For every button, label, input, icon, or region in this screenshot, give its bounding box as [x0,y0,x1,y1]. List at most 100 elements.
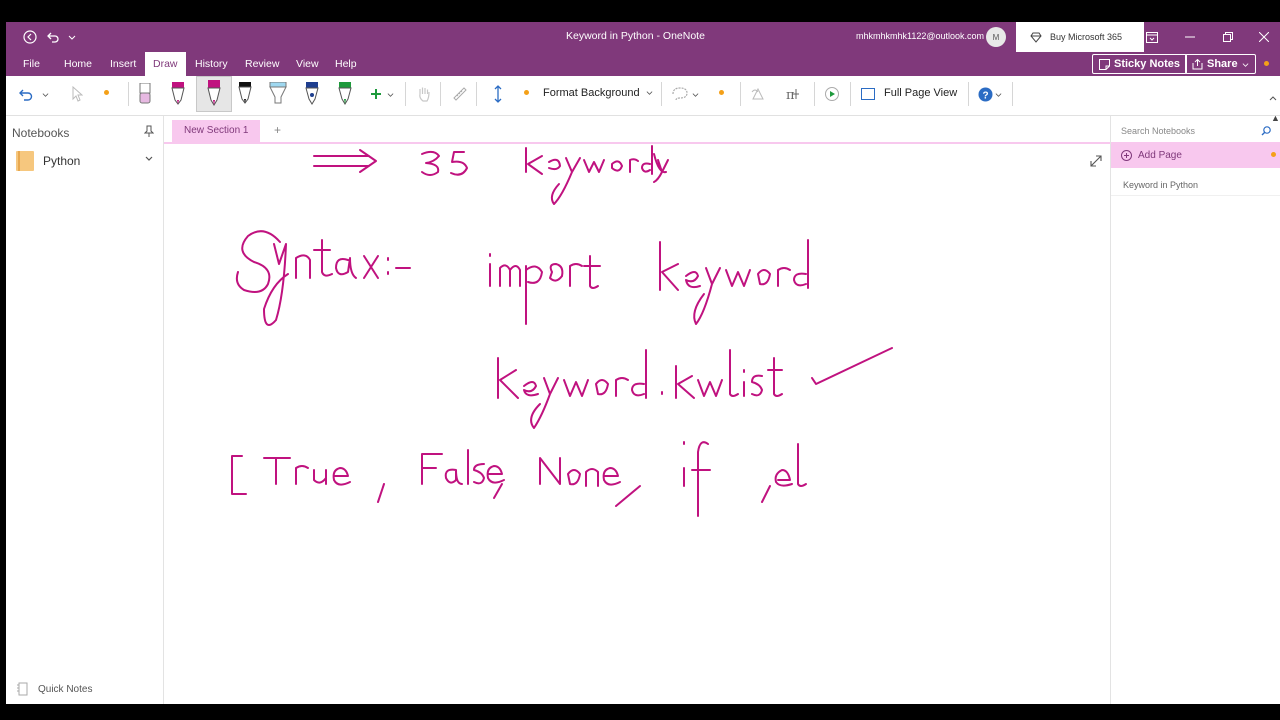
ribbon-display-options-icon[interactable] [1134,22,1170,52]
collapse-ribbon-icon[interactable] [1268,80,1278,116]
title-bar: Keyword in Python - OneNote mhkmhkmhk112… [6,22,1280,52]
pen-selected-icon[interactable] [196,76,232,112]
quick-notes-label: Quick Notes [38,683,93,695]
chevron-down-icon[interactable] [145,154,153,164]
undo-icon[interactable] [43,27,63,47]
orange-dot [104,90,109,95]
divider [814,82,815,106]
tab-new-section-1[interactable]: New Section 1 [172,120,261,142]
add-icon [1121,149,1132,161]
lasso-select-icon[interactable] [670,76,690,112]
divider [440,82,441,106]
quick-notes-item[interactable]: Quick Notes [16,682,92,696]
add-pen-dropdown-icon[interactable] [385,76,395,112]
format-background-button[interactable]: Format Background [543,87,653,99]
notebooks-header: Notebooks [12,126,70,140]
svg-text:π: π [786,88,795,102]
undo-icon[interactable] [14,76,36,112]
divider [405,82,406,106]
notebooks-pane: Notebooks Python Quick Notes [6,116,164,704]
add-section-button[interactable]: + [274,123,281,137]
draw-ribbon: Format Background π Full Page View ? [6,76,1280,116]
menu-file[interactable]: File [23,52,40,76]
share-button[interactable]: Share [1185,54,1256,74]
notebook-name: Python [43,154,81,168]
menu-view[interactable]: View [296,52,319,76]
avatar[interactable]: M [986,27,1006,47]
quick-notes-icon [17,682,28,696]
customize-quick-access-icon[interactable] [66,27,78,47]
onenote-window: Keyword in Python - OneNote mhkmhkmhk112… [6,22,1280,704]
notification-dot [1264,61,1269,66]
buy-microsoft-365-button[interactable]: Buy Microsoft 365 [1016,22,1144,52]
pen-green-icon[interactable] [336,76,354,112]
ink-replay-icon[interactable] [821,76,843,112]
add-pen-icon[interactable] [368,76,384,112]
ruler-icon[interactable] [450,76,470,112]
orange-dot [524,90,529,95]
svg-text:?: ? [982,90,988,101]
share-icon [1192,58,1203,69]
ink-line-2 [235,230,809,326]
menu-home[interactable]: Home [64,52,92,76]
notebook-item-python[interactable]: Python [6,146,164,176]
search-notebooks-input[interactable]: Search Notebooks [1121,122,1276,140]
page-canvas[interactable] [164,144,1110,704]
divider [850,82,851,106]
add-page-button[interactable]: Add Page [1111,142,1280,168]
search-icon[interactable] [1261,123,1271,141]
divider [1012,82,1013,106]
menu-draw[interactable]: Draw [145,52,186,76]
chevron-down-icon [646,91,653,95]
close-icon[interactable] [1246,22,1280,52]
sticky-notes-label: Sticky Notes [1114,58,1181,70]
section-tabs: New Section 1 + [164,116,1110,145]
sticky-notes-button[interactable]: Sticky Notes [1092,54,1188,74]
undo-dropdown-icon[interactable] [40,76,50,112]
divider [661,82,662,106]
notebook-icon [16,151,34,171]
maximize-icon[interactable] [1210,22,1246,52]
pin-icon[interactable] [143,124,155,142]
screen: Keyword in Python - OneNote mhkmhkmhk112… [0,0,1280,720]
eraser-icon[interactable] [136,76,154,112]
format-background-label: Format Background [543,87,640,99]
insert-space-icon[interactable] [488,76,508,112]
back-icon[interactable] [20,27,40,47]
window-title: Keyword in Python - OneNote [566,30,705,42]
help-icon[interactable]: ? [976,76,994,112]
full-page-view-button[interactable]: Full Page View [884,87,957,99]
menu-insert[interactable]: Insert [110,52,136,76]
ink-line-1 [313,145,669,205]
add-page-label: Add Page [1138,149,1182,161]
full-page-view-icon[interactable] [859,76,877,112]
pen-magenta-icon[interactable] [169,76,187,112]
orange-dot [1271,152,1276,157]
divider [476,82,477,106]
pages-pane: ▲ Search Notebooks Add Page Keyword in P… [1110,113,1280,704]
menu-history[interactable]: History [195,52,228,76]
ink-to-math-icon[interactable]: π [783,76,805,112]
select-objects-icon[interactable] [68,76,86,112]
pan-hand-icon[interactable] [414,76,434,112]
pen-navy-icon[interactable] [303,76,321,112]
highlighter-blue-icon[interactable] [268,76,288,112]
minimize-icon[interactable] [1172,22,1208,52]
page-item-keyword-in-python[interactable]: Keyword in Python [1111,174,1280,196]
help-dropdown-icon[interactable] [993,76,1003,112]
diamond-icon [1030,32,1042,43]
ink-to-shape-icon[interactable] [748,76,768,112]
lasso-dropdown-icon[interactable] [690,76,700,112]
account-email[interactable]: mhkmhkmhk1122@outlook.com [856,31,984,41]
ink-line-3 [497,347,893,429]
menu-help[interactable]: Help [335,52,357,76]
share-label: Share [1207,58,1238,70]
divider [128,82,129,106]
divider [740,82,741,106]
buy-label: Buy Microsoft 365 [1050,32,1123,42]
pen-black-icon[interactable] [236,76,254,112]
menu-bar: File Home Insert Draw History Review Vie… [6,52,1280,76]
ink-drawing [231,145,893,517]
menu-review[interactable]: Review [245,52,279,76]
ink-line-4 [231,441,807,517]
